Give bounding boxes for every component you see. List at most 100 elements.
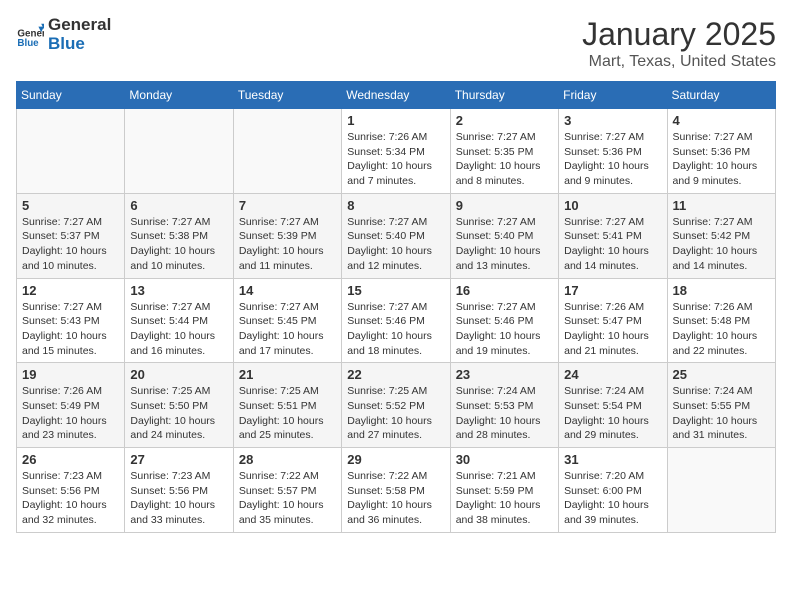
- week-row-3: 12 Sunrise: 7:27 AM Sunset: 5:43 PM Dayli…: [17, 278, 776, 363]
- day-number: 14: [239, 283, 336, 298]
- calendar-subtitle: Mart, Texas, United States: [582, 53, 776, 71]
- day-number: 28: [239, 452, 336, 467]
- header-thursday: Thursday: [450, 82, 558, 109]
- day-content: Sunrise: 7:23 AM Sunset: 5:56 PM Dayligh…: [130, 469, 227, 528]
- calendar-cell: 11Sunrise: 7:27 AM Sunset: 5:42 PM Dayli…: [667, 193, 775, 278]
- day-content: Sunrise: 7:27 AM Sunset: 5:40 PM Dayligh…: [347, 215, 444, 274]
- calendar-cell: 9 Sunrise: 7:27 AM Sunset: 5:40 PM Daylig…: [450, 193, 558, 278]
- header-wednesday: Wednesday: [342, 82, 450, 109]
- day-content: Sunrise: 7:27 AM Sunset: 5:35 PM Dayligh…: [456, 130, 553, 189]
- day-content: Sunrise: 7:25 AM Sunset: 5:51 PM Dayligh…: [239, 384, 336, 443]
- page-header: General Blue General Blue January 2025 M…: [16, 16, 776, 71]
- day-content: Sunrise: 7:27 AM Sunset: 5:37 PM Dayligh…: [22, 215, 119, 274]
- day-number: 24: [564, 367, 661, 382]
- calendar-cell: 28 Sunrise: 7:22 AM Sunset: 5:57 PM Dayli…: [233, 448, 341, 533]
- calendar-table: SundayMondayTuesdayWednesdayThursdayFrid…: [16, 81, 776, 533]
- calendar-cell: 10 Sunrise: 7:27 AM Sunset: 5:41 PM Dayli…: [559, 193, 667, 278]
- day-content: Sunrise: 7:27 AM Sunset: 5:36 PM Dayligh…: [564, 130, 661, 189]
- logo-icon: General Blue: [16, 21, 44, 49]
- calendar-cell: 16Sunrise: 7:27 AM Sunset: 5:46 PM Dayli…: [450, 278, 558, 363]
- day-content: Sunrise: 7:27 AM Sunset: 5:36 PM Dayligh…: [673, 130, 770, 189]
- week-row-5: 26 Sunrise: 7:23 AM Sunset: 5:56 PM Dayli…: [17, 448, 776, 533]
- day-number: 19: [22, 367, 119, 382]
- day-content: Sunrise: 7:24 AM Sunset: 5:54 PM Dayligh…: [564, 384, 661, 443]
- day-number: 31: [564, 452, 661, 467]
- day-content: Sunrise: 7:21 AM Sunset: 5:59 PM Dayligh…: [456, 469, 553, 528]
- calendar-cell: 2 Sunrise: 7:27 AM Sunset: 5:35 PM Daylig…: [450, 109, 558, 194]
- calendar-cell: 13 Sunrise: 7:27 AM Sunset: 5:44 PM Dayli…: [125, 278, 233, 363]
- calendar-cell: 18 Sunrise: 7:26 AM Sunset: 5:48 PM Dayli…: [667, 278, 775, 363]
- calendar-cell: 1 Sunrise: 7:26 AM Sunset: 5:34 PM Daylig…: [342, 109, 450, 194]
- logo-blue: Blue: [48, 35, 111, 54]
- day-number: 13: [130, 283, 227, 298]
- day-number: 10: [564, 198, 661, 213]
- calendar-cell: 8 Sunrise: 7:27 AM Sunset: 5:40 PM Daylig…: [342, 193, 450, 278]
- header-sunday: Sunday: [17, 82, 125, 109]
- day-number: 7: [239, 198, 336, 213]
- day-content: Sunrise: 7:27 AM Sunset: 5:45 PM Dayligh…: [239, 300, 336, 359]
- days-header-row: SundayMondayTuesdayWednesdayThursdayFrid…: [17, 82, 776, 109]
- calendar-cell: 25 Sunrise: 7:24 AM Sunset: 5:55 PM Dayli…: [667, 363, 775, 448]
- week-row-4: 19 Sunrise: 7:26 AM Sunset: 5:49 PM Dayli…: [17, 363, 776, 448]
- day-content: Sunrise: 7:27 AM Sunset: 5:46 PM Dayligh…: [347, 300, 444, 359]
- week-row-1: 1 Sunrise: 7:26 AM Sunset: 5:34 PM Daylig…: [17, 109, 776, 194]
- day-content: Sunrise: 7:27 AM Sunset: 5:41 PM Dayligh…: [564, 215, 661, 274]
- day-number: 9: [456, 198, 553, 213]
- day-number: 29: [347, 452, 444, 467]
- day-number: 23: [456, 367, 553, 382]
- calendar-cell: 26Sunrise: 7:23 AM Sunset: 5:56 PM Dayli…: [17, 448, 125, 533]
- svg-text:Blue: Blue: [17, 38, 39, 49]
- calendar-cell: 24 Sunrise: 7:24 AM Sunset: 5:54 PM Dayli…: [559, 363, 667, 448]
- day-content: Sunrise: 7:26 AM Sunset: 5:49 PM Dayligh…: [22, 384, 119, 443]
- calendar-cell: 22 Sunrise: 7:25 AM Sunset: 5:52 PM Dayli…: [342, 363, 450, 448]
- day-content: Sunrise: 7:22 AM Sunset: 5:57 PM Dayligh…: [239, 469, 336, 528]
- week-row-2: 5 Sunrise: 7:27 AM Sunset: 5:37 PM Daylig…: [17, 193, 776, 278]
- calendar-cell: 23 Sunrise: 7:24 AM Sunset: 5:53 PM Dayli…: [450, 363, 558, 448]
- day-number: 30: [456, 452, 553, 467]
- day-number: 20: [130, 367, 227, 382]
- calendar-title: January 2025: [582, 16, 776, 53]
- day-content: Sunrise: 7:26 AM Sunset: 5:34 PM Dayligh…: [347, 130, 444, 189]
- day-content: Sunrise: 7:20 AM Sunset: 6:00 PM Dayligh…: [564, 469, 661, 528]
- day-number: 8: [347, 198, 444, 213]
- day-number: 2: [456, 113, 553, 128]
- day-number: 5: [22, 198, 119, 213]
- day-content: Sunrise: 7:22 AM Sunset: 5:58 PM Dayligh…: [347, 469, 444, 528]
- day-number: 22: [347, 367, 444, 382]
- day-content: Sunrise: 7:27 AM Sunset: 5:38 PM Dayligh…: [130, 215, 227, 274]
- day-number: 16: [456, 283, 553, 298]
- calendar-cell: 20Sunrise: 7:25 AM Sunset: 5:50 PM Dayli…: [125, 363, 233, 448]
- calendar-cell: 5 Sunrise: 7:27 AM Sunset: 5:37 PM Daylig…: [17, 193, 125, 278]
- logo: General Blue General Blue: [16, 16, 111, 53]
- day-content: Sunrise: 7:24 AM Sunset: 5:55 PM Dayligh…: [673, 384, 770, 443]
- header-monday: Monday: [125, 82, 233, 109]
- day-content: Sunrise: 7:27 AM Sunset: 5:44 PM Dayligh…: [130, 300, 227, 359]
- day-content: Sunrise: 7:27 AM Sunset: 5:43 PM Dayligh…: [22, 300, 119, 359]
- day-content: Sunrise: 7:24 AM Sunset: 5:53 PM Dayligh…: [456, 384, 553, 443]
- calendar-cell: 7 Sunrise: 7:27 AM Sunset: 5:39 PM Daylig…: [233, 193, 341, 278]
- day-number: 27: [130, 452, 227, 467]
- day-content: Sunrise: 7:26 AM Sunset: 5:47 PM Dayligh…: [564, 300, 661, 359]
- day-number: 6: [130, 198, 227, 213]
- calendar-cell: 29 Sunrise: 7:22 AM Sunset: 5:58 PM Dayli…: [342, 448, 450, 533]
- day-number: 12: [22, 283, 119, 298]
- day-content: Sunrise: 7:27 AM Sunset: 5:42 PM Dayligh…: [673, 215, 770, 274]
- title-block: January 2025 Mart, Texas, United States: [582, 16, 776, 71]
- header-saturday: Saturday: [667, 82, 775, 109]
- day-number: 26: [22, 452, 119, 467]
- calendar-cell: 12 Sunrise: 7:27 AM Sunset: 5:43 PM Dayli…: [17, 278, 125, 363]
- logo-general: General: [48, 16, 111, 35]
- day-number: 21: [239, 367, 336, 382]
- day-content: Sunrise: 7:27 AM Sunset: 5:39 PM Dayligh…: [239, 215, 336, 274]
- day-number: 25: [673, 367, 770, 382]
- header-friday: Friday: [559, 82, 667, 109]
- calendar-cell: 30 Sunrise: 7:21 AM Sunset: 5:59 PM Dayli…: [450, 448, 558, 533]
- day-number: 15: [347, 283, 444, 298]
- day-content: Sunrise: 7:25 AM Sunset: 5:52 PM Dayligh…: [347, 384, 444, 443]
- day-number: 18: [673, 283, 770, 298]
- day-number: 1: [347, 113, 444, 128]
- day-content: Sunrise: 7:27 AM Sunset: 5:40 PM Dayligh…: [456, 215, 553, 274]
- calendar-cell: 14 Sunrise: 7:27 AM Sunset: 5:45 PM Dayli…: [233, 278, 341, 363]
- day-content: Sunrise: 7:26 AM Sunset: 5:48 PM Dayligh…: [673, 300, 770, 359]
- day-number: 4: [673, 113, 770, 128]
